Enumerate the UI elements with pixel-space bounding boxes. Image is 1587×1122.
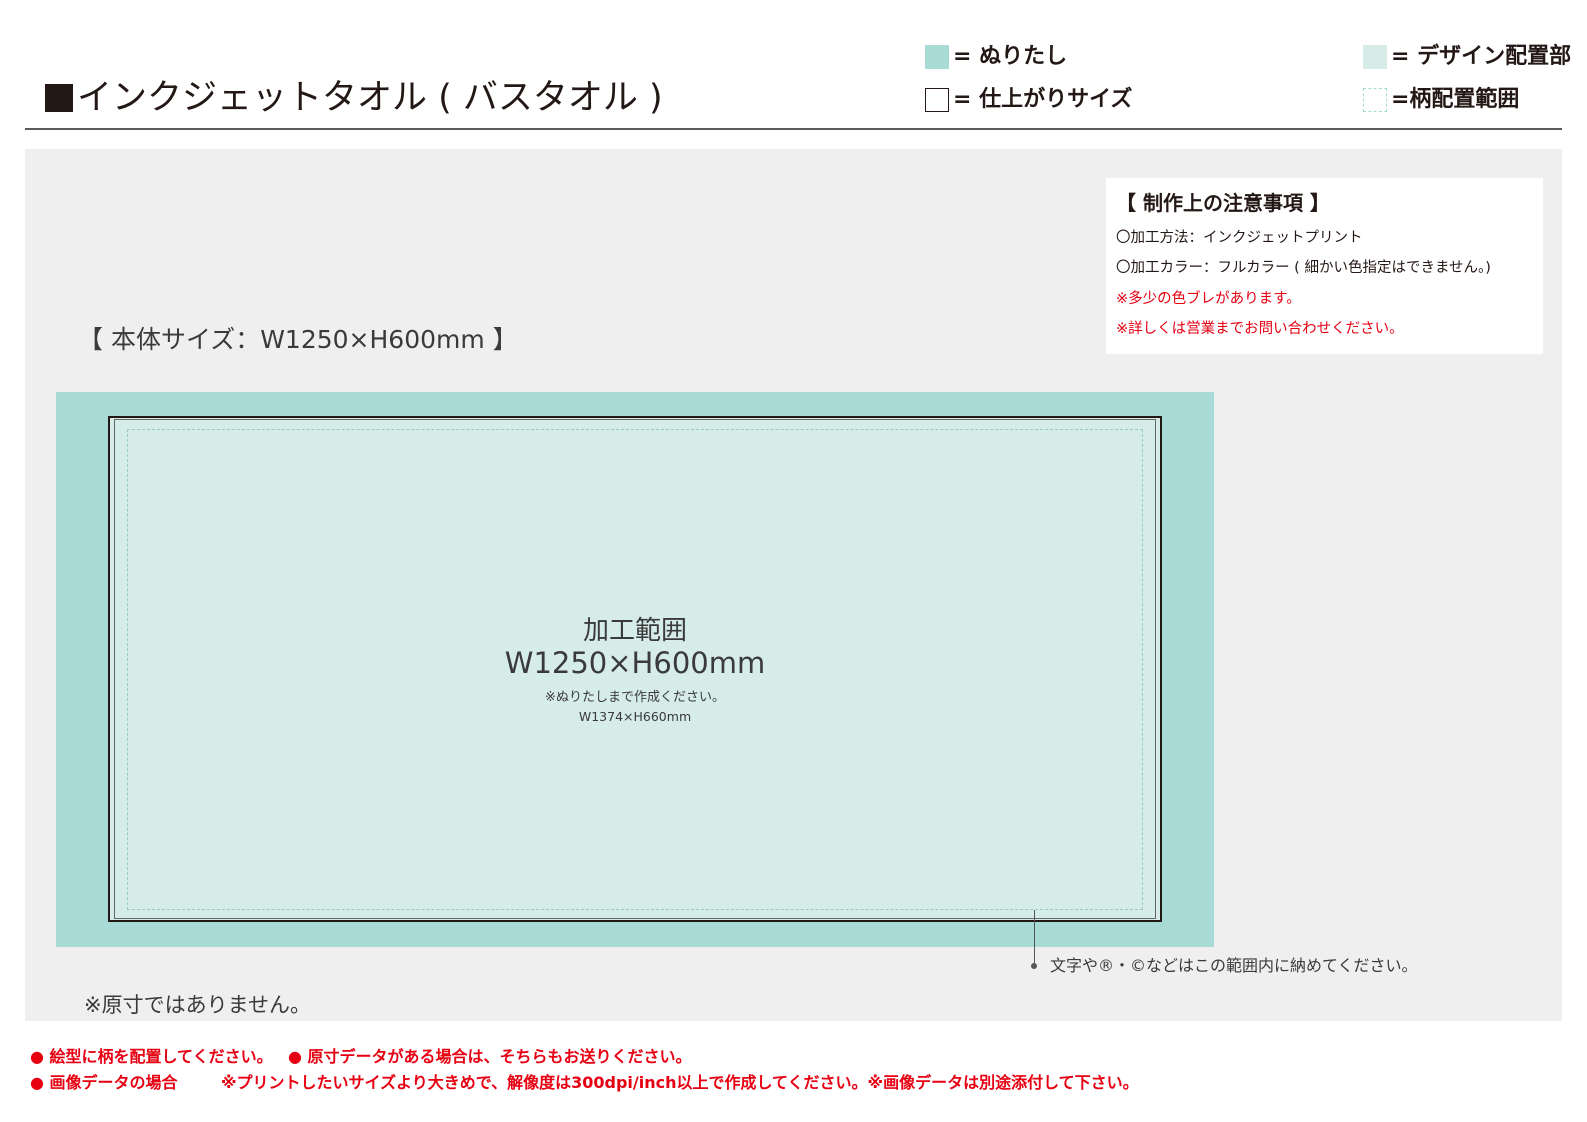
legend-design: = デザイン配置部: [1363, 43, 1571, 71]
bleed-size: W1374×H660mm: [578, 709, 692, 724]
finish-swatch-icon: [925, 88, 949, 112]
callout-dot-icon: [1031, 963, 1037, 969]
body-size-label: 【 本体サイズ：W1250×H600mm 】: [78, 325, 518, 354]
callout-leader-line: [1034, 910, 1035, 966]
legend-bleed: = ぬりたし: [925, 43, 1067, 71]
area-size: W1250×H600mm: [504, 646, 766, 680]
pattern-swatch-icon: [1363, 88, 1387, 112]
legend-bleed-label: = ぬりたし: [953, 44, 1068, 69]
bleed-swatch-icon: [925, 45, 949, 69]
legend-pattern: =柄配置範囲: [1363, 86, 1519, 114]
production-notes: 【 制作上の注意事項 】 〇加工方法：インクジェットプリント 〇加工カラー：フル…: [1106, 178, 1543, 354]
header-divider: [25, 128, 1562, 130]
notes-line-color-variance: ※多少の色ブレがあります。: [1116, 291, 1301, 307]
bleed-note: ※ぬりたしまで作成ください。: [545, 690, 725, 705]
design-swatch-icon: [1363, 45, 1387, 69]
legend-finish-label: = 仕上がりサイズ: [953, 87, 1133, 112]
not-to-scale-note: ※原寸ではありません。: [84, 993, 311, 1017]
legend-finish: = 仕上がりサイズ: [925, 86, 1132, 114]
page-title-text: インクジェットタオル ( バスタオル ): [77, 78, 663, 118]
area-info: 加工範囲 W1250×H600mm ※ぬりたしまで作成ください。 W1374×H…: [130, 616, 1140, 726]
legend-pattern-label: =柄配置範囲: [1391, 87, 1520, 112]
footer-note-2a: ● 画像データの場合: [30, 1073, 178, 1092]
callout-text: 文字や®・©などはこの範囲内に納めてください。: [1050, 956, 1418, 975]
notes-heading: 【 制作上の注意事項 】: [1116, 191, 1330, 215]
legend-design-label: = デザイン配置部: [1391, 44, 1572, 69]
page-title: インクジェットタオル ( バスタオル ): [45, 76, 663, 120]
footer-note-2b: ※プリントしたいサイズより大きめで、解像度は300dpi/inch以上で作成して…: [221, 1073, 1139, 1092]
area-label: 加工範囲: [582, 616, 687, 646]
notes-line-color: 〇加工カラー：フルカラー ( 細かい色指定はできません。): [1116, 260, 1491, 276]
notes-line-method: 〇加工方法：インクジェットプリント: [1116, 230, 1363, 246]
square-bullet-icon: [45, 84, 73, 112]
footer-note-1b: ● 原寸データがある場合は、そちらもお送りください。: [288, 1047, 692, 1066]
notes-line-contact: ※詳しくは営業までお問い合わせください。: [1116, 321, 1404, 337]
footer-note-1a: ● 絵型に柄を配置してください。: [30, 1047, 273, 1066]
